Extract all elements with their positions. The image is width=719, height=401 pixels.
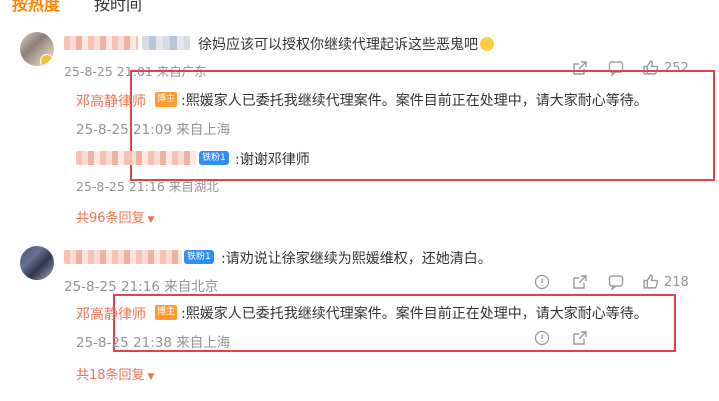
avatar[interactable]: [20, 246, 54, 280]
reply-location: 来自上海: [176, 335, 231, 351]
more-replies-label: 共18条回复: [76, 368, 145, 383]
reply-text: :熙媛家人已委托我继续代理案件。案件目前正在处理中，请大家耐心等待。: [181, 93, 648, 109]
reply-meta: 25-8-25 21:09 来自上海: [76, 118, 230, 138]
blurred-username[interactable]: [64, 36, 138, 50]
comment-date: 25-8-25: [64, 279, 117, 295]
reply-text: :熙媛家人已委托我继续代理案件。案件目前正在处理中，请大家耐心等待。: [181, 306, 648, 322]
report-icon[interactable]: [534, 330, 550, 346]
reply-author-name[interactable]: 邓高静律师: [76, 91, 146, 111]
vip-badge-icon: [40, 54, 54, 66]
reply-date: 25-8-25: [76, 122, 129, 138]
emoji-icon: [480, 37, 494, 51]
reply-time: 21:16: [128, 179, 165, 194]
blurred-username[interactable]: [64, 250, 182, 264]
comment-text-content: 徐妈应该可以授权你继续代理起诉这些恶鬼吧: [198, 37, 478, 53]
reply-time: 21:38: [133, 335, 172, 351]
more-replies-link[interactable]: 共96条回复 ▼: [76, 207, 154, 226]
fan-badge: 铁粉1: [184, 250, 214, 264]
reply-location: 来自湖北: [168, 179, 219, 194]
like-count: 218: [664, 275, 689, 290]
caret-down-icon: ▼: [147, 372, 155, 382]
comment-date: 25-8-25: [64, 64, 113, 79]
tab-sort-hot[interactable]: 按热度: [12, 0, 60, 15]
reply-text: :谢谢邓律师: [235, 152, 310, 168]
more-replies-link[interactable]: 共18条回复 ▼: [76, 364, 154, 383]
more-replies-label: 共96条回复: [76, 211, 145, 226]
avatar[interactable]: [20, 32, 54, 66]
reply-meta: 25-8-25 21:38 来自上海: [76, 331, 230, 351]
comment-meta: 25-8-25 21:16 来自北京: [64, 275, 218, 295]
tab-sort-time[interactable]: 按时间: [94, 0, 142, 15]
reply-meta: 25-8-25 21:16 来自湖北: [76, 176, 219, 195]
reply-location: 来自上海: [176, 122, 231, 138]
blurred-username[interactable]: [76, 151, 196, 165]
comment-text: :请劝说让徐家继续为熙媛维权，还她清白。: [221, 251, 492, 267]
reply-date: 25-8-25: [76, 335, 129, 351]
blogger-badge: 博主: [155, 305, 177, 320]
reply-author-name[interactable]: 邓高静律师: [76, 304, 146, 324]
like-icon[interactable]: [642, 273, 659, 290]
report-icon[interactable]: [534, 274, 550, 290]
fan-badge: 铁粉1: [199, 151, 229, 165]
comment-location: 来自北京: [164, 279, 219, 295]
caret-down-icon: ▼: [147, 215, 155, 225]
reply-time: 21:09: [133, 122, 172, 138]
blogger-badge: 博主: [155, 92, 177, 107]
blurred-user-badge: [142, 36, 190, 50]
share-icon[interactable]: [572, 330, 588, 346]
share-icon[interactable]: [572, 274, 588, 290]
reply-date: 25-8-25: [76, 179, 125, 194]
comment-icon[interactable]: [608, 274, 624, 290]
comment-text: 徐妈应该可以授权你继续代理起诉这些恶鬼吧: [198, 34, 494, 54]
comment-time: 21:16: [121, 279, 160, 295]
